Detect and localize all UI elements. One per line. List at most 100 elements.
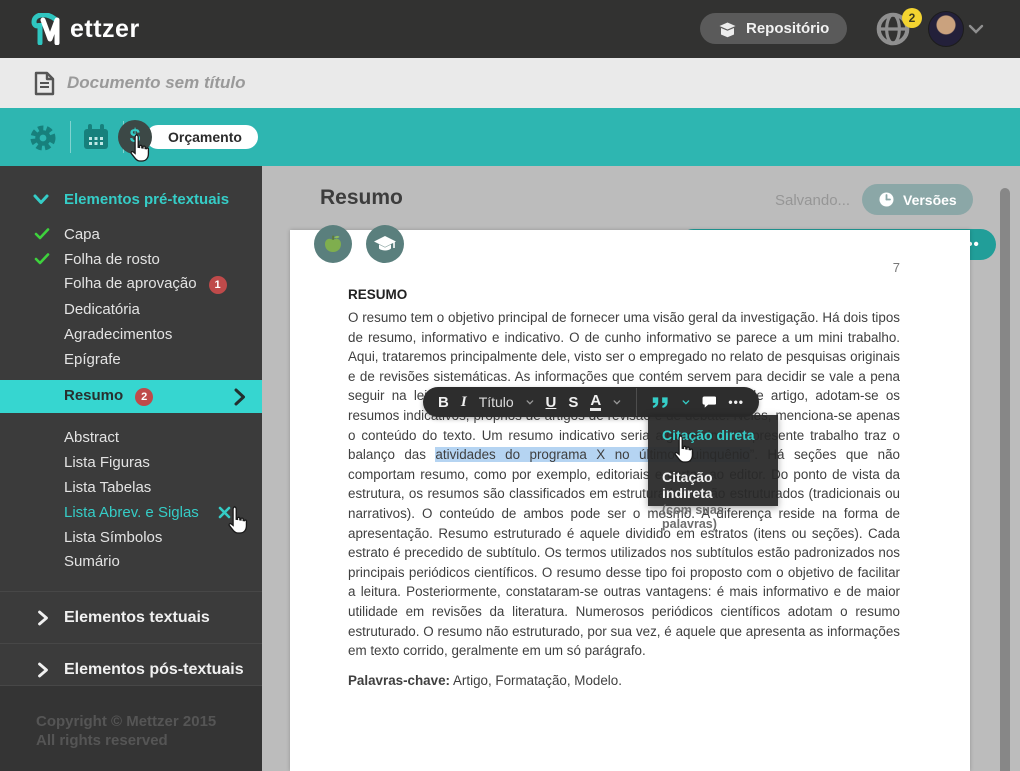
citation-dropdown: Citação direta Citação indireta (com sua… (648, 415, 778, 506)
page-number: 7 (893, 260, 900, 275)
sidebar-section-pre-textual[interactable]: Elementos pré-textuais (0, 186, 262, 212)
chevron-right-icon (32, 610, 54, 626)
mettzer-logo-icon (30, 13, 68, 45)
document-text[interactable]: O resumo tem o objetivo principal de for… (348, 308, 900, 690)
sidebar-footer: Copyright © Mettzer 2015 All rights rese… (0, 685, 262, 771)
strikethrough-button[interactable]: S (568, 394, 578, 411)
sidebar-item-lista-simbolos[interactable]: Lista Símbolos (0, 524, 262, 550)
sidebar: Elementos pré-textuais Capa Folha de ros… (0, 166, 262, 771)
sidebar-item-label: Lista Figuras (64, 454, 150, 471)
page-title: Resumo (320, 186, 403, 210)
issues-badge: 2 (135, 388, 153, 406)
chevron-down-icon[interactable] (968, 24, 984, 34)
budget-label[interactable]: Orçamento (146, 125, 258, 149)
action-bar: Orçamento $ 100% Comentários (0, 108, 1020, 166)
document-title[interactable]: Documento sem título (67, 73, 246, 93)
divider (70, 121, 71, 153)
sidebar-item-label: Epígrafe (64, 351, 121, 368)
sidebar-section-textual[interactable]: Elementos textuais (0, 591, 262, 643)
menu-item-hint: (com suas palavras) (662, 503, 764, 531)
box-icon (718, 20, 737, 38)
repository-button-label: Repositório (746, 20, 829, 37)
repository-button[interactable]: Repositório (700, 13, 847, 44)
sidebar-item-abstract[interactable]: Abstract (0, 424, 262, 450)
keywords-text: Artigo, Formatação, Modelo. (450, 673, 622, 688)
title-style-button[interactable]: Título (479, 394, 514, 410)
issues-badge: 1 (209, 276, 227, 294)
sidebar-item-folha-de-rosto[interactable]: Folha de rosto (0, 246, 262, 272)
milestone-graduation-handle[interactable] (366, 225, 404, 263)
cursor-pointer-icon (126, 133, 153, 164)
mettzer-editor-window: ettzer Repositório 2 (0, 0, 1020, 771)
notification-badge: 2 (902, 8, 922, 28)
apple-icon (323, 234, 343, 254)
menu-item-citacao-indireta[interactable]: Citação indireta (662, 469, 764, 501)
sidebar-item-lista-abrev-siglas[interactable]: Lista Abrev. e Siglas (0, 499, 262, 525)
chevron-down-icon[interactable] (613, 399, 621, 406)
chevron-down-icon[interactable] (682, 399, 690, 406)
sidebar-item-label: Dedicatória (64, 301, 140, 318)
format-more-button[interactable]: ••• (728, 395, 744, 409)
avatar[interactable] (928, 11, 964, 47)
paragraph-text: ”. Há seções que não comportam resumo, c… (348, 447, 900, 658)
comment-button[interactable] (702, 394, 717, 410)
chevron-right-icon (32, 662, 54, 678)
copyright-line: All rights reserved (36, 731, 262, 750)
text-color-button[interactable]: A (590, 394, 601, 411)
section-title: Elementos textuais (64, 609, 210, 627)
chevron-down-icon[interactable] (526, 399, 534, 406)
sidebar-item-label: Resumo (64, 387, 123, 404)
versions-button-label: Versões (903, 192, 957, 208)
graduation-cap-icon (373, 234, 397, 254)
clock-icon (878, 191, 895, 208)
check-icon (31, 253, 53, 265)
sidebar-item-dedicatoria[interactable]: Dedicatória (0, 296, 262, 322)
document-title-bar: Documento sem título (0, 58, 1020, 108)
keywords-line: Palavras-chave: Artigo, Formatação, Mode… (348, 671, 900, 691)
sidebar-item-label: Sumário (64, 553, 120, 570)
settings-gear-icon[interactable] (28, 123, 58, 153)
document-paragraph: O resumo tem o objetivo principal de for… (348, 308, 900, 661)
scrollbar-thumb[interactable] (1000, 188, 1010, 771)
divider (636, 388, 637, 416)
bold-button[interactable]: B (438, 394, 449, 411)
document-icon (34, 71, 55, 96)
language-globe-button[interactable]: 2 (874, 10, 918, 50)
sidebar-item-label: Abstract (64, 429, 119, 446)
citation-quote-button[interactable] (652, 395, 670, 410)
document-page[interactable]: 7 RESUMO O resumo tem o objetivo princip… (290, 230, 970, 771)
cursor-pointer-icon (224, 505, 251, 536)
milestone-apple-handle[interactable] (314, 225, 352, 263)
sidebar-item-agradecimentos[interactable]: Agradecimentos (0, 321, 262, 347)
sidebar-item-label: Lista Tabelas (64, 479, 151, 496)
section-title: Elementos pré-textuais (64, 191, 229, 208)
keywords-label: Palavras-chave: (348, 673, 450, 688)
sidebar-item-label: Lista Abrev. e Siglas (64, 504, 199, 521)
sidebar-item-sumario[interactable]: Sumário (0, 548, 262, 574)
saving-status: Salvando... (775, 192, 850, 209)
sidebar-item-lista-tabelas[interactable]: Lista Tabelas (0, 474, 262, 500)
chevron-down-icon (30, 194, 52, 205)
logo-text: ettzer (70, 15, 140, 44)
cursor-pointer-icon (670, 434, 697, 465)
top-bar: ettzer Repositório 2 (0, 0, 1020, 58)
copyright-line: Copyright © Mettzer 2015 (36, 712, 262, 731)
check-icon (31, 228, 53, 240)
mettzer-logo[interactable]: ettzer (30, 13, 140, 45)
sidebar-item-label: Folha de aprovação (64, 275, 197, 292)
underline-button[interactable]: U (546, 394, 557, 411)
italic-button[interactable]: I (461, 394, 467, 411)
sidebar-item-folha-de-aprovacao[interactable]: Folha de aprovação 1 (0, 271, 262, 297)
section-title: Elementos pós-textuais (64, 661, 244, 679)
versions-button[interactable]: Versões (862, 184, 973, 215)
sidebar-item-label: Capa (64, 226, 100, 243)
document-heading: RESUMO (348, 287, 407, 302)
chevron-right-icon (234, 388, 246, 406)
sidebar-item-label: Agradecimentos (64, 326, 172, 343)
sidebar-item-capa[interactable]: Capa (0, 221, 262, 247)
sidebar-item-label: Lista Símbolos (64, 529, 162, 546)
sidebar-item-epigrafe[interactable]: Epígrafe (0, 346, 262, 372)
calendar-icon[interactable] (82, 123, 110, 151)
sidebar-item-resumo-active[interactable]: Resumo 2 (0, 380, 262, 413)
sidebar-item-lista-figuras[interactable]: Lista Figuras (0, 449, 262, 475)
